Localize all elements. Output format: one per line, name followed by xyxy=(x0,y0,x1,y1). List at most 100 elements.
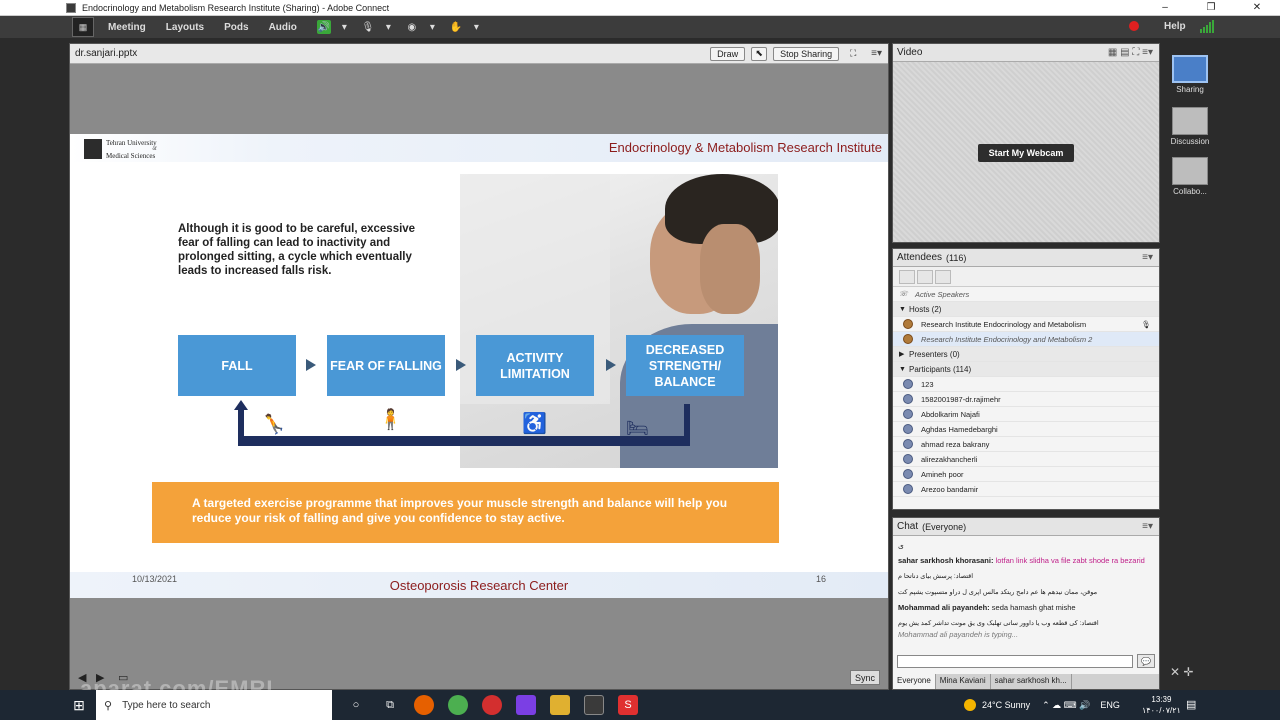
chat-tab-private[interactable]: Mina Kaviani xyxy=(936,674,991,689)
screen-recorder-icon[interactable]: S xyxy=(618,695,638,715)
sync-button[interactable]: Sync xyxy=(850,670,880,685)
opera-icon[interactable] xyxy=(482,695,502,715)
weather-text[interactable]: 24°C Sunny xyxy=(982,700,1030,710)
hosts-section[interactable]: ▼ Hosts (2) xyxy=(893,302,1159,317)
attendee-row[interactable]: alirezakhancherli xyxy=(893,452,1159,467)
taskbar-search[interactable]: ⚲ Type here to search xyxy=(96,690,332,720)
language-indicator[interactable]: ENG xyxy=(1100,700,1120,710)
send-message-button[interactable]: 💬 xyxy=(1137,654,1155,668)
speaker-toggle[interactable]: 🔊 ▾ xyxy=(316,19,347,35)
menu-layouts[interactable]: Layouts xyxy=(166,22,204,33)
cycle-timeline xyxy=(238,436,690,446)
attendees-pod: Attendees (116) ≡▾ ☏ Active Speakers ▼ Hos… xyxy=(892,248,1160,510)
status-view-icon[interactable] xyxy=(935,269,951,284)
chevron-down-icon: ▼ xyxy=(899,365,906,373)
layout-sharing[interactable]: Sharing xyxy=(1170,55,1210,94)
layout-label: Collabo... xyxy=(1173,187,1207,196)
chat-input[interactable] xyxy=(897,655,1133,668)
webcam-toggle[interactable]: ◉ ▾ xyxy=(405,19,435,35)
attendee-row[interactable]: Aghdas Hamedebarghi xyxy=(893,422,1159,437)
attendee-row[interactable]: Abdolkarim Najafi xyxy=(893,407,1159,422)
university-name-line: Tehran University xyxy=(106,138,157,147)
firefox-icon[interactable] xyxy=(414,695,434,715)
user-icon xyxy=(903,484,913,494)
list-view-icon[interactable] xyxy=(899,269,915,284)
microphone-icon: 🎙 xyxy=(361,21,375,33)
system-tray: 24°C Sunny ⌃ ☁ ⌨ 🔊 ENG xyxy=(964,690,1120,720)
windows-start-button[interactable]: ⊞ xyxy=(62,690,96,720)
task-view-icon[interactable]: ⧉ xyxy=(380,695,400,715)
share-pod-header: dr.sanjari.pptx Draw ⬉ Stop Sharing ⛶ ≡▾ xyxy=(70,44,888,64)
notification-icon[interactable]: ▤ xyxy=(1186,698,1196,711)
app-icon xyxy=(66,2,76,13)
presenters-section[interactable]: ▶ Presenters (0) xyxy=(893,347,1159,362)
stop-sharing-button[interactable]: Stop Sharing xyxy=(773,46,840,61)
adobe-connect-taskbar-icon[interactable] xyxy=(584,695,604,715)
search-icon: ⚲ xyxy=(104,699,113,712)
active-speakers-label: Active Speakers xyxy=(915,289,970,299)
hand-icon: ✋ xyxy=(449,21,463,33)
participants-section[interactable]: ▼ Participants (114) xyxy=(893,362,1159,377)
collapse-layouts-icon[interactable]: ✕ ✛ xyxy=(1170,665,1193,679)
attendee-name: ahmad reza bakrany xyxy=(921,439,990,449)
pointer-button[interactable]: ⬉ xyxy=(751,46,768,61)
chat-text: ی xyxy=(898,541,904,550)
menu-meeting[interactable]: Meeting xyxy=(108,22,146,33)
user-icon xyxy=(903,454,913,464)
attendees-pod-header: Attendees (116) ≡▾ xyxy=(893,249,1159,267)
attendee-row[interactable]: Research Institute Endocrinology and Met… xyxy=(893,317,1159,332)
chrome-icon[interactable] xyxy=(448,695,468,715)
pod-menu-icon[interactable]: ▦ ▤ ⛶ ≡▾ xyxy=(1108,47,1153,58)
layout-collaboration[interactable]: Collabo... xyxy=(1170,157,1210,196)
attendee-row[interactable]: 123 xyxy=(893,377,1159,392)
chat-tab-private[interactable]: sahar sarkhosh kh... xyxy=(991,674,1072,689)
help-menu[interactable]: Help xyxy=(1164,21,1186,32)
microphone-icon: 🎙 xyxy=(1141,319,1151,329)
visual-studio-icon[interactable] xyxy=(516,695,536,715)
start-webcam-button[interactable]: Start My Webcam xyxy=(978,144,1074,162)
attendee-row[interactable]: Research Institute Endocrinology and Met… xyxy=(893,332,1159,347)
adobe-connect-logo-icon: ▦ xyxy=(72,17,94,37)
university-name-line: Medical Sciences xyxy=(106,151,156,160)
chat-pod: Chat (Everyone) ≡▾ ی sahar sarkhosh khor… xyxy=(892,517,1160,690)
taskbar-clock[interactable]: 13:39 ۱۴۰۰/۰۷/۲۱ xyxy=(1142,694,1181,716)
draw-button[interactable]: Draw xyxy=(710,46,746,61)
attendee-row[interactable]: Amineh poor xyxy=(893,467,1159,482)
pointer-icon: ⬉ xyxy=(755,48,763,58)
cortana-icon[interactable]: ○ xyxy=(346,695,366,715)
microphone-toggle[interactable]: 🎙 ▾ xyxy=(361,19,391,35)
attendee-row[interactable]: ahmad reza bakrany xyxy=(893,437,1159,452)
raise-hand-toggle[interactable]: ✋ ▾ xyxy=(449,19,479,35)
fullscreen-button[interactable]: ⛶ xyxy=(845,47,861,61)
recording-indicator-icon[interactable] xyxy=(1129,21,1139,31)
attendee-row[interactable]: 1582001987-dr.rajimehr xyxy=(893,392,1159,407)
menu-pods[interactable]: Pods xyxy=(224,22,248,33)
grid-view-icon[interactable] xyxy=(917,269,933,284)
presenters-label: Presenters (0) xyxy=(909,349,960,359)
chat-messages: ی sahar sarkhosh khorasani: lotfan link … xyxy=(893,536,1159,660)
chat-text: موقن، ممان نیدهم ها عم دامح ریتکد مالس ا… xyxy=(898,589,1098,596)
hosts-label: Hosts (2) xyxy=(909,304,942,314)
maximize-button[interactable]: ❐ xyxy=(1188,0,1234,16)
clock-date: ۱۴۰۰/۰۷/۲۱ xyxy=(1142,706,1181,715)
tray-icons[interactable]: ⌃ ☁ ⌨ 🔊 xyxy=(1042,700,1090,711)
file-explorer-icon[interactable] xyxy=(550,695,570,715)
wheelchair-icon: ♿ xyxy=(522,413,547,435)
pod-menu-icon[interactable]: ≡▾ xyxy=(1142,521,1153,532)
flow-arrow-icon xyxy=(456,359,466,371)
chat-tab-everyone[interactable]: Everyone xyxy=(893,674,936,689)
menu-audio[interactable]: Audio xyxy=(269,22,297,33)
layout-discussion[interactable]: Discussion xyxy=(1170,107,1210,146)
chat-message: اقتصاد: پرسش بیای دناتحا م xyxy=(898,570,1154,582)
pod-menu-icon[interactable]: ≡▾ xyxy=(1142,252,1153,263)
minimize-button[interactable]: – xyxy=(1142,0,1188,16)
chat-text: اقتصاد: پرسش بیای دناتحا م xyxy=(898,573,974,580)
menu-bar: ▦ Meeting Layouts Pods Audio 🔊 ▾ 🎙 ▾ ◉ ▾ ✋ ▾… xyxy=(0,16,1280,38)
chat-pod-header: Chat (Everyone) ≡▾ xyxy=(893,518,1159,536)
close-button[interactable]: ✕ xyxy=(1234,0,1280,16)
chat-message: ی xyxy=(898,540,1154,551)
chat-message: اقتصاد: کی قطعه وب یا داوور ساتی تهلبک و… xyxy=(898,617,1154,629)
attendee-row[interactable]: Arezoo bandamir xyxy=(893,482,1159,497)
attendee-name: Amineh poor xyxy=(921,469,964,479)
pod-menu-icon[interactable]: ≡▾ xyxy=(871,48,882,59)
